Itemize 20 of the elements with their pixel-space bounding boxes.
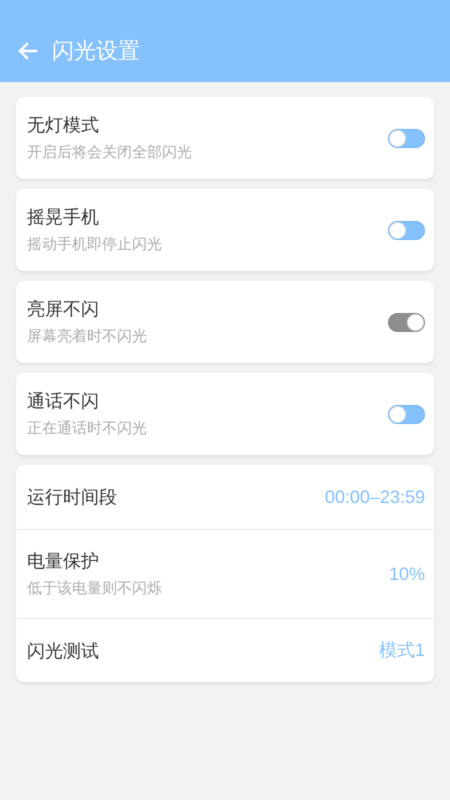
setting-value[interactable]: 00:00–23:59	[324, 484, 425, 510]
toggle-switch[interactable]	[388, 128, 425, 148]
setting-title: 运行时间段	[27, 486, 117, 509]
setting-description: 摇动手机即停止闪光	[27, 235, 162, 255]
setting-value[interactable]: 模式1	[378, 637, 425, 664]
toggle-switch[interactable]	[388, 312, 425, 332]
page-title: 闪光设置	[52, 37, 140, 65]
toggle-switch[interactable]	[388, 220, 425, 240]
setting-title: 闪光测试	[27, 640, 99, 662]
setting-description: 开启后将会关闭全部闪光	[27, 143, 192, 163]
setting-description: 正在通话时不闪光	[27, 419, 147, 439]
setting-description: 低于该电量则不闪烁	[27, 579, 162, 599]
setting-value[interactable]: 10%	[388, 560, 425, 588]
setting-title: 电量保护	[27, 550, 100, 573]
setting-title: 摇晃手机	[27, 206, 100, 229]
setting-title: 通话不闪	[27, 390, 100, 413]
setting-description: 屏幕亮着时不闪光	[27, 327, 147, 347]
setting-title: 无灯模式	[27, 114, 100, 137]
setting-title: 亮屏不闪	[27, 298, 100, 321]
toggle-switch[interactable]	[388, 404, 425, 424]
